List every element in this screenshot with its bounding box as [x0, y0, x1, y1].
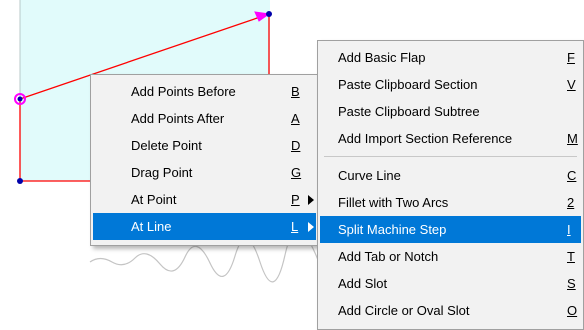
menu-item-label: Split Machine Step: [338, 222, 447, 237]
sketch-point[interactable]: [17, 178, 23, 184]
point-context-menu: Add Points Before B Add Points After A Delet…: [90, 74, 319, 246]
selected-point[interactable]: [17, 96, 23, 102]
menu-item-label: Fillet with Two Arcs: [338, 195, 449, 210]
menu-item-shortcut: O: [567, 303, 578, 318]
menu-item-add-circle-or-oval-slot[interactable]: Add Circle or Oval Slot O: [320, 297, 581, 324]
menu-item-shortcut: L: [291, 219, 299, 234]
menu-item-paste-clipboard-subtree[interactable]: Paste Clipboard Subtree: [320, 98, 581, 125]
menu-item-label: Add Points After: [131, 111, 225, 126]
submenu-arrow-icon: [308, 195, 314, 205]
menu-item-label: Add Tab or Notch: [338, 249, 439, 264]
menu-item-at-line[interactable]: At Line L: [93, 213, 316, 240]
menu-item-label: Add Basic Flap: [338, 50, 426, 65]
menu-item-shortcut: S: [567, 276, 576, 291]
menu-item-label: Drag Point: [131, 165, 193, 180]
menu-item-add-slot[interactable]: Add Slot S: [320, 270, 581, 297]
menu-item-shortcut: B: [291, 84, 300, 99]
menu-item-label: Add Points Before: [131, 84, 236, 99]
menu-item-label: Paste Clipboard Section: [338, 77, 478, 92]
menu-item-fillet-with-two-arcs[interactable]: Fillet with Two Arcs 2: [320, 189, 581, 216]
menu-item-label: Add Slot: [338, 276, 388, 291]
menu-item-shortcut: D: [291, 138, 301, 153]
menu-item-shortcut: M: [567, 131, 578, 146]
menu-item-add-points-before[interactable]: Add Points Before B: [93, 78, 316, 105]
menu-item-add-tab-or-notch[interactable]: Add Tab or Notch T: [320, 243, 581, 270]
menu-item-split-machine-step[interactable]: Split Machine Step I: [320, 216, 581, 243]
menu-item-label: Curve Line: [338, 168, 401, 183]
menu-item-label: Add Circle or Oval Slot: [338, 303, 470, 318]
menu-item-add-points-after[interactable]: Add Points After A: [93, 105, 316, 132]
menu-item-label: At Point: [131, 192, 177, 207]
menu-item-drag-point[interactable]: Drag Point G: [93, 159, 316, 186]
menu-item-delete-point[interactable]: Delete Point D: [93, 132, 316, 159]
menu-item-shortcut: T: [567, 249, 575, 264]
menu-item-shortcut: A: [291, 111, 300, 126]
menu-item-label: At Line: [131, 219, 172, 234]
menu-item-shortcut: G: [291, 165, 302, 180]
menu-item-add-import-section-reference[interactable]: Add Import Section Reference M: [320, 125, 581, 152]
menu-item-shortcut: C: [567, 168, 577, 183]
menu-item-curve-line[interactable]: Curve Line C: [320, 162, 581, 189]
line-submenu: Add Basic Flap F Paste Clipboard Section V P…: [317, 40, 584, 330]
menu-item-label: Paste Clipboard Subtree: [338, 104, 480, 119]
menu-item-label: Add Import Section Reference: [338, 131, 513, 146]
menu-separator: [324, 156, 577, 157]
menu-item-shortcut: 2: [567, 195, 575, 210]
menu-item-shortcut: V: [567, 77, 576, 92]
menu-item-paste-clipboard-section[interactable]: Paste Clipboard Section V: [320, 71, 581, 98]
menu-item-label: Delete Point: [131, 138, 202, 153]
sketch-point[interactable]: [266, 11, 272, 17]
menu-item-shortcut: I: [567, 222, 571, 237]
menu-item-shortcut: P: [291, 192, 300, 207]
menu-item-shortcut: F: [567, 50, 575, 65]
menu-item-add-basic-flap[interactable]: Add Basic Flap F: [320, 44, 581, 71]
submenu-arrow-icon: [308, 222, 314, 232]
menu-item-at-point[interactable]: At Point P: [93, 186, 316, 213]
